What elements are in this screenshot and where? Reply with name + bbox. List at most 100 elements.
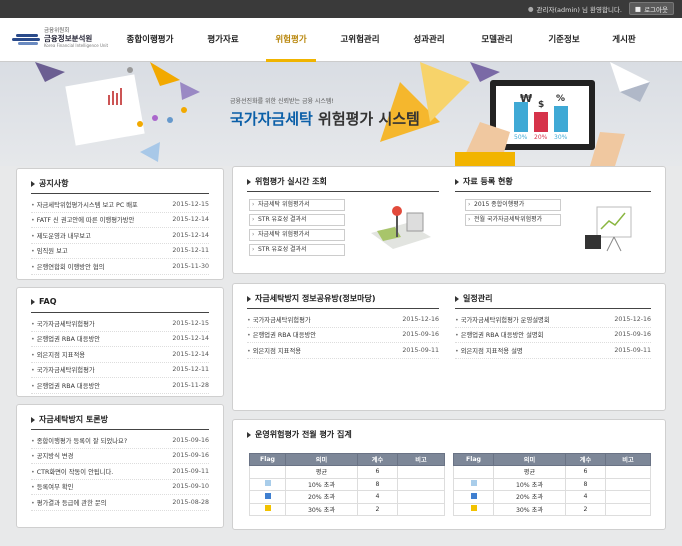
- notice-title: 공지사항: [31, 178, 68, 189]
- arrow-icon: [31, 298, 35, 305]
- list-item[interactable]: 은행업권 RBA 대응방안2015-11-28: [31, 378, 209, 394]
- board-title: 자금세탁방지 정보공유방(정보마당): [247, 293, 376, 304]
- flag-swatch: [470, 480, 477, 487]
- dollar-icon: $: [538, 100, 545, 110]
- nav-item[interactable]: 종합이행평가: [112, 18, 188, 62]
- table-row: 30% 초과 2: [249, 502, 445, 516]
- forum-list: 종합이행평가 등록이 잘 되었나요?2015-09-16 공지방식 변경2015…: [31, 433, 209, 511]
- arrow-icon: [31, 180, 35, 187]
- list-item[interactable]: 제도운영과 내부보고2015-12-14: [31, 228, 209, 244]
- board-schedule-panel: 자금세탁방지 정보공유방(정보마당) 국가자금세탁위험평가2015-12-16 …: [232, 283, 666, 411]
- schedule-list: 국가자금세탁위험평가 운영설명회2015-12-16 은행업권 RBA 대응방안…: [455, 312, 651, 359]
- nav-item[interactable]: 게시판: [596, 18, 652, 62]
- list-item[interactable]: 임직원 보고2015-12-11: [31, 244, 209, 259]
- logo-mark-icon: [12, 32, 40, 46]
- main-nav: 종합이행평가 평가자료 위험평가 고위험관리 성과관리 모델관리 기준정보 게시…: [112, 18, 652, 62]
- materials-list: 2015 종합이행평가 전월 국가자금세탁위험평가: [465, 199, 561, 229]
- notice-panel: 공지사항 자금세탁위험평가시스템 보고 PC 배포2015-12-15 FATF…: [16, 168, 224, 280]
- list-item[interactable]: 국가자금세탁위험평가 운영설명회2015-12-16: [455, 312, 651, 328]
- table-row: 20% 초과 4: [249, 490, 445, 504]
- list-item[interactable]: 외은지점 지표적용2015-12-14: [31, 347, 209, 363]
- logo-line3: Korea Financial Intelligence Unit: [44, 43, 109, 48]
- nav-item[interactable]: 기준정보: [532, 18, 596, 62]
- schedule-title: 일정관리: [455, 293, 492, 304]
- user-greeting: ● 관리자(admin) 님 환영합니다.: [527, 5, 622, 14]
- realtime-title: 위험평가 실시간 조회: [247, 176, 327, 187]
- realtime-link[interactable]: 자금세탁 위험평가서: [249, 229, 345, 241]
- bar-label: 20%: [534, 134, 548, 141]
- flag-swatch: [264, 480, 271, 487]
- list-item[interactable]: 공지방식 변경2015-09-16: [31, 449, 209, 464]
- materials-title: 자료 등록 현황: [455, 176, 513, 187]
- user-icon: ●: [527, 5, 534, 13]
- list-item[interactable]: FATF 신 권고안에 따른 이행평가방안2015-12-14: [31, 213, 209, 228]
- nav-item-active[interactable]: 위험평가: [266, 18, 316, 62]
- faq-panel: FAQ 국가자금세탁위험평가2015-12-15 은행업권 RBA 대응방안20…: [16, 287, 224, 397]
- realtime-materials-panel: 위험평가 실시간 조회 자금세탁 위험평가서 STR 유효성 결과서 자금세탁 …: [232, 166, 666, 274]
- list-item[interactable]: 은행업권 RBA 대응방안2015-09-16: [247, 328, 439, 343]
- arrow-icon: [455, 178, 459, 185]
- list-item[interactable]: 등록여부 확인2015-09-10: [31, 480, 209, 495]
- forum-panel: 자금세탁방지 토론방 종합이행평가 등록이 잘 되었나요?2015-09-16 …: [16, 404, 224, 528]
- materials-link[interactable]: 2015 종합이행평가: [465, 199, 561, 211]
- summary-table-right: Flag 의미 계수 비고 평균 6 10% 초과 8 20% 초과 4 30% 초과…: [453, 453, 651, 516]
- arrow-icon: [31, 416, 35, 423]
- board-list: 국가자금세탁위험평가2015-12-16 은행업권 RBA 대응방안2015-0…: [247, 312, 439, 359]
- won-icon: ₩: [520, 92, 533, 105]
- lock-icon: ■: [634, 4, 642, 13]
- flag-swatch: [264, 505, 271, 512]
- arrow-icon: [455, 295, 459, 302]
- nav-item[interactable]: 고위험관리: [324, 18, 396, 62]
- table-row: 30% 초과 2: [453, 502, 651, 516]
- list-item[interactable]: CTR화면이 작동이 안됩니다.2015-09-11: [31, 464, 209, 480]
- realtime-link[interactable]: STR 유효성 결과서: [249, 244, 345, 256]
- banner-title: 국가자금세탁 위험평가 시스템: [230, 110, 420, 128]
- percent-icon: %: [556, 94, 566, 104]
- summary-panel: 운영위험평가 전월 평가 집계 Flag 의미 계수 비고 평균 6 10% 초과…: [232, 419, 666, 530]
- map-pin-icon: [371, 206, 431, 249]
- faq-list: 국가자금세탁위험평가2015-12-15 은행업권 RBA 대응방안2015-1…: [31, 316, 209, 394]
- list-item[interactable]: 자금세탁위험평가시스템 보고 PC 배포2015-12-15: [31, 197, 209, 213]
- top-bar: ● 관리자(admin) 님 환영합니다. ■ 로그아웃: [0, 0, 682, 18]
- logo[interactable]: 금융위원회 금융정보분석원 Korea Financial Intelligen…: [12, 28, 108, 49]
- summary-table-left: Flag 의미 계수 비고 평균 6 10% 초과 8 20% 초과 4 30% 초과…: [249, 453, 445, 516]
- list-item[interactable]: 은행업권 RBA 대응방안 설명회2015-09-16: [455, 328, 651, 343]
- nav-item[interactable]: 평가자료: [188, 18, 258, 62]
- list-item[interactable]: 외은지점 지표적용 설명2015-09-11: [455, 343, 651, 359]
- list-item[interactable]: 종합이행평가 등록이 잘 되었나요?2015-09-16: [31, 433, 209, 449]
- chart-board-icon: [585, 206, 632, 252]
- list-item[interactable]: 은행업권 RBA 대응방안2015-12-14: [31, 332, 209, 347]
- nav-item[interactable]: 성과관리: [396, 18, 462, 62]
- faq-title: FAQ: [31, 297, 57, 306]
- realtime-list: 자금세탁 위험평가서 STR 유효성 결과서 자금세탁 위험평가서 STR 유효…: [249, 199, 345, 259]
- table-row: 평균 6: [453, 465, 651, 479]
- header: 금융위원회 금융정보분석원 Korea Financial Intelligen…: [0, 18, 682, 62]
- summary-title: 운영위험평가 전월 평가 집계: [247, 429, 352, 440]
- table-row: 20% 초과 4: [453, 490, 651, 504]
- main-visual-banner: 금융선진화를 위한 신뢰받는 금융 시스템! 국가자금세탁 위험평가 시스템 ₩…: [0, 62, 682, 166]
- table-row: 10% 초과 8: [453, 477, 651, 491]
- list-item[interactable]: 국가자금세탁위험평가2015-12-15: [31, 316, 209, 332]
- arrow-icon: [247, 178, 251, 185]
- notice-list: 자금세탁위험평가시스템 보고 PC 배포2015-12-15 FATF 신 권고…: [31, 197, 209, 275]
- arrow-icon: [247, 431, 251, 438]
- logout-button[interactable]: ■ 로그아웃: [628, 2, 674, 15]
- list-item[interactable]: 외은지점 지표적용2015-09-11: [247, 343, 439, 359]
- realtime-link[interactable]: 자금세탁 위험평가서: [249, 199, 345, 211]
- flag-swatch: [470, 505, 477, 512]
- list-item[interactable]: 국가자금세탁위험평가2015-12-16: [247, 312, 439, 328]
- flag-swatch: [470, 492, 477, 499]
- list-item[interactable]: 국가자금세탁위험평가2015-12-11: [31, 363, 209, 378]
- forum-title: 자금세탁방지 토론방: [31, 414, 108, 425]
- arrow-icon: [247, 295, 251, 302]
- table-row: 평균 6: [249, 465, 445, 479]
- logo-line2: 금융정보분석원: [44, 34, 93, 43]
- materials-link[interactable]: 전월 국가자금세탁위험평가: [465, 214, 561, 226]
- list-item[interactable]: 은행연합회 이행방안 협의2015-11-30: [31, 259, 209, 275]
- bar-label: 30%: [554, 134, 568, 141]
- realtime-link[interactable]: STR 유효성 결과서: [249, 214, 345, 226]
- list-item[interactable]: 평가결과 등급에 관한 문의2015-08-28: [31, 495, 209, 511]
- flag-swatch: [264, 492, 271, 499]
- nav-item[interactable]: 모델관리: [462, 18, 532, 62]
- table-row: 10% 초과 8: [249, 477, 445, 491]
